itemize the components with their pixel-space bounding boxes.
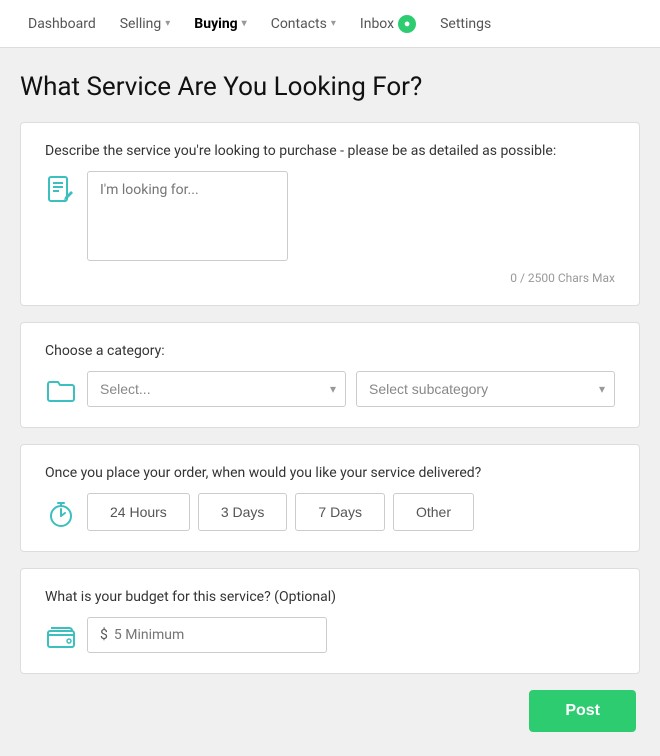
page-title: What Service Are You Looking For?: [20, 72, 640, 102]
post-button[interactable]: Post: [529, 690, 636, 732]
nav-selling[interactable]: Selling ▾: [108, 0, 183, 48]
textarea-row: 0 / 2500 Chars Max: [45, 171, 615, 285]
category-select-wrapper: Select... ▾: [87, 371, 346, 407]
nav-buying[interactable]: Buying ▾: [182, 0, 258, 48]
edit-doc-icon: [45, 175, 77, 207]
category-card: Choose a category: Select... ▾ Select su…: [20, 322, 640, 428]
budget-input[interactable]: [114, 618, 314, 652]
delivery-label: Once you place your order, when would yo…: [45, 465, 615, 481]
budget-row: $: [45, 617, 615, 653]
nav-inbox[interactable]: Inbox ●: [348, 0, 428, 48]
category-select[interactable]: Select...: [87, 371, 346, 407]
stopwatch-icon: [45, 498, 77, 530]
char-count: 0 / 2500 Chars Max: [87, 271, 615, 285]
post-row: Post: [20, 690, 640, 732]
main-nav: Dashboard Selling ▾ Buying ▾ Contacts ▾ …: [0, 0, 660, 48]
currency-symbol: $: [100, 627, 108, 643]
budget-input-wrap: $: [87, 617, 327, 653]
subcategory-select-wrapper: Select subcategory ▾: [356, 371, 615, 407]
delivery-24hours[interactable]: 24 Hours: [87, 493, 190, 531]
nav-settings[interactable]: Settings: [428, 0, 503, 48]
budget-card: What is your budget for this service? (O…: [20, 568, 640, 674]
textarea-container: 0 / 2500 Chars Max: [87, 171, 615, 285]
budget-label: What is your budget for this service? (O…: [45, 589, 615, 605]
delivery-3days[interactable]: 3 Days: [198, 493, 288, 531]
nav-contacts[interactable]: Contacts ▾: [259, 0, 348, 48]
wallet-icon: [45, 621, 77, 653]
page-content: What Service Are You Looking For? Descri…: [0, 48, 660, 756]
buying-chevron: ▾: [242, 18, 247, 29]
delivery-other[interactable]: Other: [393, 493, 474, 531]
describe-card: Describe the service you're looking to p…: [20, 122, 640, 306]
delivery-card: Once you place your order, when would yo…: [20, 444, 640, 552]
inbox-badge: ●: [398, 15, 416, 33]
delivery-buttons: 24 Hours 3 Days 7 Days Other: [87, 493, 474, 531]
describe-label: Describe the service you're looking to p…: [45, 143, 615, 159]
delivery-7days[interactable]: 7 Days: [295, 493, 385, 531]
nav-dashboard[interactable]: Dashboard: [16, 0, 108, 48]
description-textarea[interactable]: [87, 171, 288, 261]
category-row: Select... ▾ Select subcategory ▾: [45, 371, 615, 407]
folder-icon: [45, 375, 77, 407]
subcategory-select[interactable]: Select subcategory: [356, 371, 615, 407]
category-label: Choose a category:: [45, 343, 615, 359]
selling-chevron: ▾: [165, 18, 170, 29]
delivery-row: 24 Hours 3 Days 7 Days Other: [45, 493, 615, 531]
contacts-chevron: ▾: [331, 18, 336, 29]
